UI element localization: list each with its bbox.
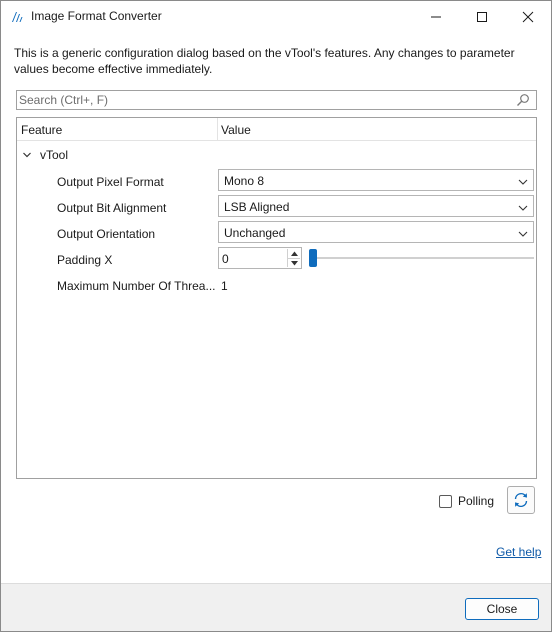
spinbox-buttons bbox=[287, 249, 300, 267]
property-row-output-orientation: Output Orientation Unchanged bbox=[17, 220, 536, 246]
chevron-down-icon bbox=[518, 202, 528, 212]
dropdown-value: Mono 8 bbox=[224, 174, 265, 188]
dropdown-value: LSB Aligned bbox=[224, 200, 290, 214]
property-label: Output Bit Alignment bbox=[57, 201, 167, 215]
column-header-value: Value bbox=[221, 123, 251, 137]
search-box[interactable] bbox=[16, 90, 537, 110]
spin-up-button[interactable] bbox=[288, 249, 300, 258]
property-row-max-threads: Maximum Number Of Threa... 1 bbox=[17, 272, 536, 298]
minimize-icon bbox=[431, 16, 441, 17]
slider-track[interactable] bbox=[309, 257, 534, 259]
search-input[interactable] bbox=[19, 91, 509, 109]
caret-down-icon bbox=[290, 261, 298, 266]
caret-up-icon bbox=[290, 251, 298, 256]
padding-x-spinbox[interactable]: 0 bbox=[218, 247, 302, 269]
refresh-button[interactable] bbox=[507, 486, 535, 514]
property-row-output-pixel-format: Output Pixel Format Mono 8 bbox=[17, 168, 536, 194]
property-label: Padding X bbox=[57, 253, 113, 267]
dialog-window: Image Format Converter This is a generic… bbox=[0, 0, 552, 632]
output-pixel-format-dropdown[interactable]: Mono 8 bbox=[218, 169, 534, 191]
chevron-down-icon bbox=[518, 228, 528, 238]
property-label: Output Pixel Format bbox=[57, 175, 164, 189]
spin-down-button[interactable] bbox=[288, 258, 300, 268]
window-title: Image Format Converter bbox=[31, 9, 162, 23]
property-row-output-bit-alignment: Output Bit Alignment LSB Aligned bbox=[17, 194, 536, 220]
refresh-icon bbox=[514, 492, 528, 508]
group-label: vTool bbox=[40, 148, 69, 162]
slider-thumb[interactable] bbox=[309, 249, 317, 267]
property-row-padding-x: Padding X 0 bbox=[17, 246, 536, 272]
get-help-link[interactable]: Get help bbox=[496, 545, 541, 559]
chevron-down-icon[interactable] bbox=[22, 149, 32, 159]
chevron-down-icon bbox=[518, 176, 528, 186]
title-bar: Image Format Converter bbox=[1, 1, 551, 32]
polling-label: Polling bbox=[458, 494, 495, 508]
dialog-footer: Close bbox=[1, 583, 551, 631]
polling-checkbox[interactable] bbox=[439, 494, 452, 508]
search-icon[interactable] bbox=[516, 93, 530, 107]
close-button[interactable]: Close bbox=[465, 598, 539, 620]
minimize-button[interactable] bbox=[413, 1, 459, 32]
property-grid: Feature Value vTool Output Pixel Format … bbox=[16, 117, 537, 479]
max-threads-value: 1 bbox=[221, 279, 228, 293]
close-icon bbox=[522, 11, 534, 22]
group-row-vtool[interactable]: vTool bbox=[17, 142, 536, 168]
maximize-button[interactable] bbox=[459, 1, 505, 32]
padding-x-slider[interactable] bbox=[309, 248, 534, 268]
app-logo-icon bbox=[10, 9, 24, 23]
spinbox-value: 0 bbox=[222, 252, 229, 266]
grid-header: Feature Value bbox=[17, 118, 536, 141]
column-header-feature: Feature bbox=[21, 123, 63, 137]
window-close-button[interactable] bbox=[505, 1, 551, 32]
dropdown-value: Unchanged bbox=[224, 226, 286, 240]
property-label: Output Orientation bbox=[57, 227, 156, 241]
column-separator[interactable] bbox=[217, 118, 218, 140]
maximize-icon bbox=[477, 11, 487, 22]
output-bit-alignment-dropdown[interactable]: LSB Aligned bbox=[218, 195, 534, 217]
dialog-description: This is a generic configuration dialog b… bbox=[14, 46, 515, 76]
output-orientation-dropdown[interactable]: Unchanged bbox=[218, 221, 534, 243]
polling-toggle[interactable]: Polling bbox=[439, 494, 494, 508]
property-label: Maximum Number Of Threa... bbox=[57, 279, 215, 293]
